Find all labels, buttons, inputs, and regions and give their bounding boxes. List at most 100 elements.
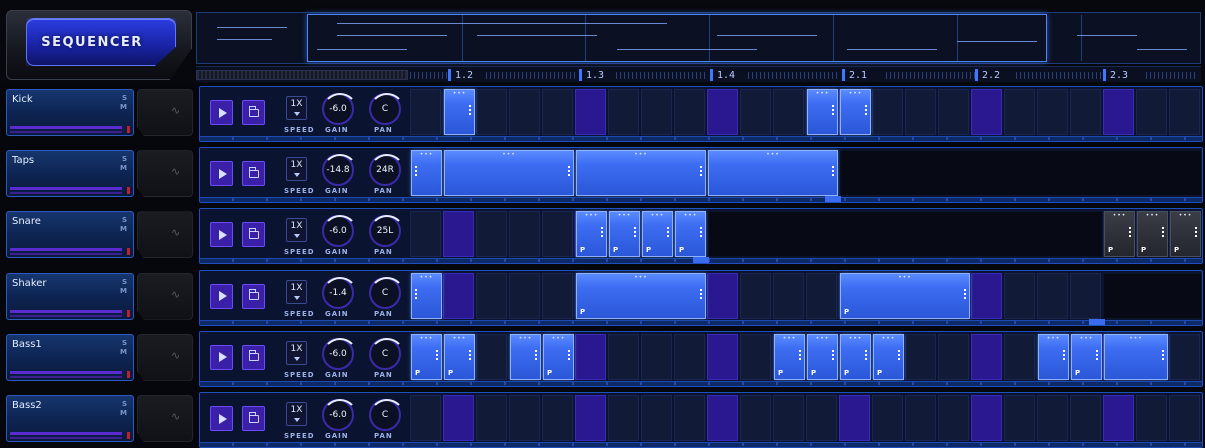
clip-menu-icon[interactable]: ••• [502,152,516,158]
grid-cell[interactable] [1169,395,1200,441]
pan-knob[interactable]: C [369,337,405,370]
clip-resize-handle[interactable] [568,349,570,361]
step-grid[interactable]: ••• ••• ••• ••• [410,150,1202,197]
clip-menu-icon[interactable]: ••• [519,335,533,342]
clip-resize-handle[interactable] [1162,349,1164,361]
grid-cell[interactable] [1136,89,1167,135]
grid-cell[interactable] [773,395,804,441]
track-lane[interactable]: 1X -6.0 C SPEED GAIN PAN ••• P ••• P ••• ••• P… [199,330,1203,387]
play-button[interactable] [210,222,233,248]
gain-knob[interactable]: -6.0 [322,337,358,370]
pattern-clip[interactable]: ••• [840,89,871,135]
grid-cell[interactable] [806,272,837,319]
clip-resize-handle[interactable] [469,349,471,361]
pattern-clip[interactable]: ••• P [840,333,871,380]
clip-resize-handle[interactable] [1063,349,1065,361]
clip-resize-handle[interactable] [898,349,900,361]
grid-cell[interactable] [1004,272,1035,319]
clip-resize-handle[interactable] [832,105,834,116]
grid-cell[interactable] [773,272,804,319]
grid-cell[interactable] [773,89,804,135]
grid-cell[interactable] [1037,272,1068,319]
step-grid[interactable]: ••• P ••• P ••• P ••• P ••• P ••• P ••• P [410,211,1202,258]
grid-cell[interactable] [443,272,474,319]
grid-cell[interactable] [476,89,507,135]
clip-resize-handle[interactable] [700,166,702,178]
grid-cell[interactable] [938,333,969,380]
step-grid[interactable] [410,395,1202,441]
track-lane[interactable]: 1X -6.0 C SPEED GAIN PAN ••• ••• ••• [199,86,1203,142]
grid-cell[interactable] [674,333,705,380]
clip-menu-icon[interactable]: ••• [1179,213,1193,219]
clip-resize-handle[interactable] [1129,227,1131,239]
grid-cell[interactable] [740,333,771,380]
pan-knob[interactable]: C [369,93,405,125]
clip-resize-handle[interactable] [964,288,966,300]
pan-knob[interactable]: 24R [369,154,405,187]
track-drag-handle[interactable]: ∿ [137,150,193,198]
clip-menu-icon[interactable]: ••• [783,335,797,342]
grid-cell[interactable] [1004,89,1035,135]
speed-selector[interactable]: 1X [286,340,307,365]
grid-cell[interactable] [410,395,441,441]
grid-cell[interactable] [641,89,672,135]
grid-cell[interactable] [839,395,870,441]
clip-resize-handle[interactable] [634,227,636,239]
track-drag-handle[interactable]: ∿ [137,272,193,320]
clip-menu-icon[interactable]: ••• [453,91,467,97]
mute-toggle[interactable]: M [120,409,127,417]
pattern-clip[interactable]: ••• P [1071,333,1102,380]
clip-menu-icon[interactable]: ••• [849,91,863,97]
grid-cell[interactable] [905,333,936,380]
clip-resize-handle[interactable] [1195,227,1197,239]
clip-menu-icon[interactable]: ••• [849,335,863,342]
clip-resize-handle[interactable] [415,166,417,178]
clip-resize-handle[interactable] [667,227,669,239]
clip-resize-handle[interactable] [799,349,801,361]
grid-cell[interactable] [509,89,540,135]
step-grid[interactable]: ••• ••• P ••• P [410,272,1202,319]
grid-cell[interactable] [740,272,771,319]
pattern-clip[interactable]: ••• [510,333,541,380]
pattern-clip[interactable]: ••• [411,272,442,319]
track-drag-handle[interactable]: ∿ [137,211,193,259]
grid-cell[interactable] [608,89,639,135]
play-button[interactable] [210,406,233,431]
track-name-plate[interactable]: Bass1 S M [6,333,134,381]
overview-view-window[interactable] [307,14,1047,62]
grid-cell[interactable] [410,211,441,258]
grid-cell[interactable] [542,272,573,319]
grid-cell[interactable] [542,395,573,441]
loop-end-marker[interactable] [693,257,709,264]
clip-menu-icon[interactable]: ••• [1080,335,1094,342]
speed-selector[interactable]: 1X [286,157,307,182]
clip-menu-icon[interactable]: ••• [898,274,912,281]
grid-cell[interactable] [443,211,474,258]
gain-knob[interactable]: -6.0 [322,399,358,431]
clip-resize-handle[interactable] [700,227,702,239]
track-name-plate[interactable]: Snare S M [6,211,134,259]
grid-cell[interactable] [443,395,474,441]
grid-cell[interactable] [410,89,441,135]
clip-menu-icon[interactable]: ••• [1146,213,1160,219]
clip-menu-icon[interactable]: ••• [585,213,599,219]
track-lane[interactable]: 1X -6.0 25L SPEED GAIN PAN ••• P ••• P ••• P •… [199,208,1203,265]
solo-toggle[interactable]: S [122,339,127,347]
grid-cell[interactable] [1037,89,1068,135]
grid-cell[interactable] [707,395,738,441]
track-name-plate[interactable]: Bass2 S M [6,395,134,442]
grid-cell[interactable] [1169,333,1200,380]
pattern-clip[interactable]: ••• [1038,333,1069,380]
grid-cell[interactable] [707,333,738,380]
pattern-clip[interactable]: ••• P [543,333,574,380]
gain-knob[interactable]: -14.8 [322,154,358,187]
track-drag-handle[interactable]: ∿ [137,89,193,136]
pattern-clip[interactable]: ••• P [1104,211,1135,258]
mute-toggle[interactable]: M [120,164,127,172]
grid-cell[interactable] [1004,333,1035,380]
pattern-clip[interactable]: ••• [444,150,574,197]
pattern-clip[interactable]: ••• [1104,333,1168,380]
gain-knob[interactable]: -6.0 [322,215,358,248]
grid-cell[interactable] [575,333,606,380]
pan-knob[interactable]: C [369,276,405,309]
